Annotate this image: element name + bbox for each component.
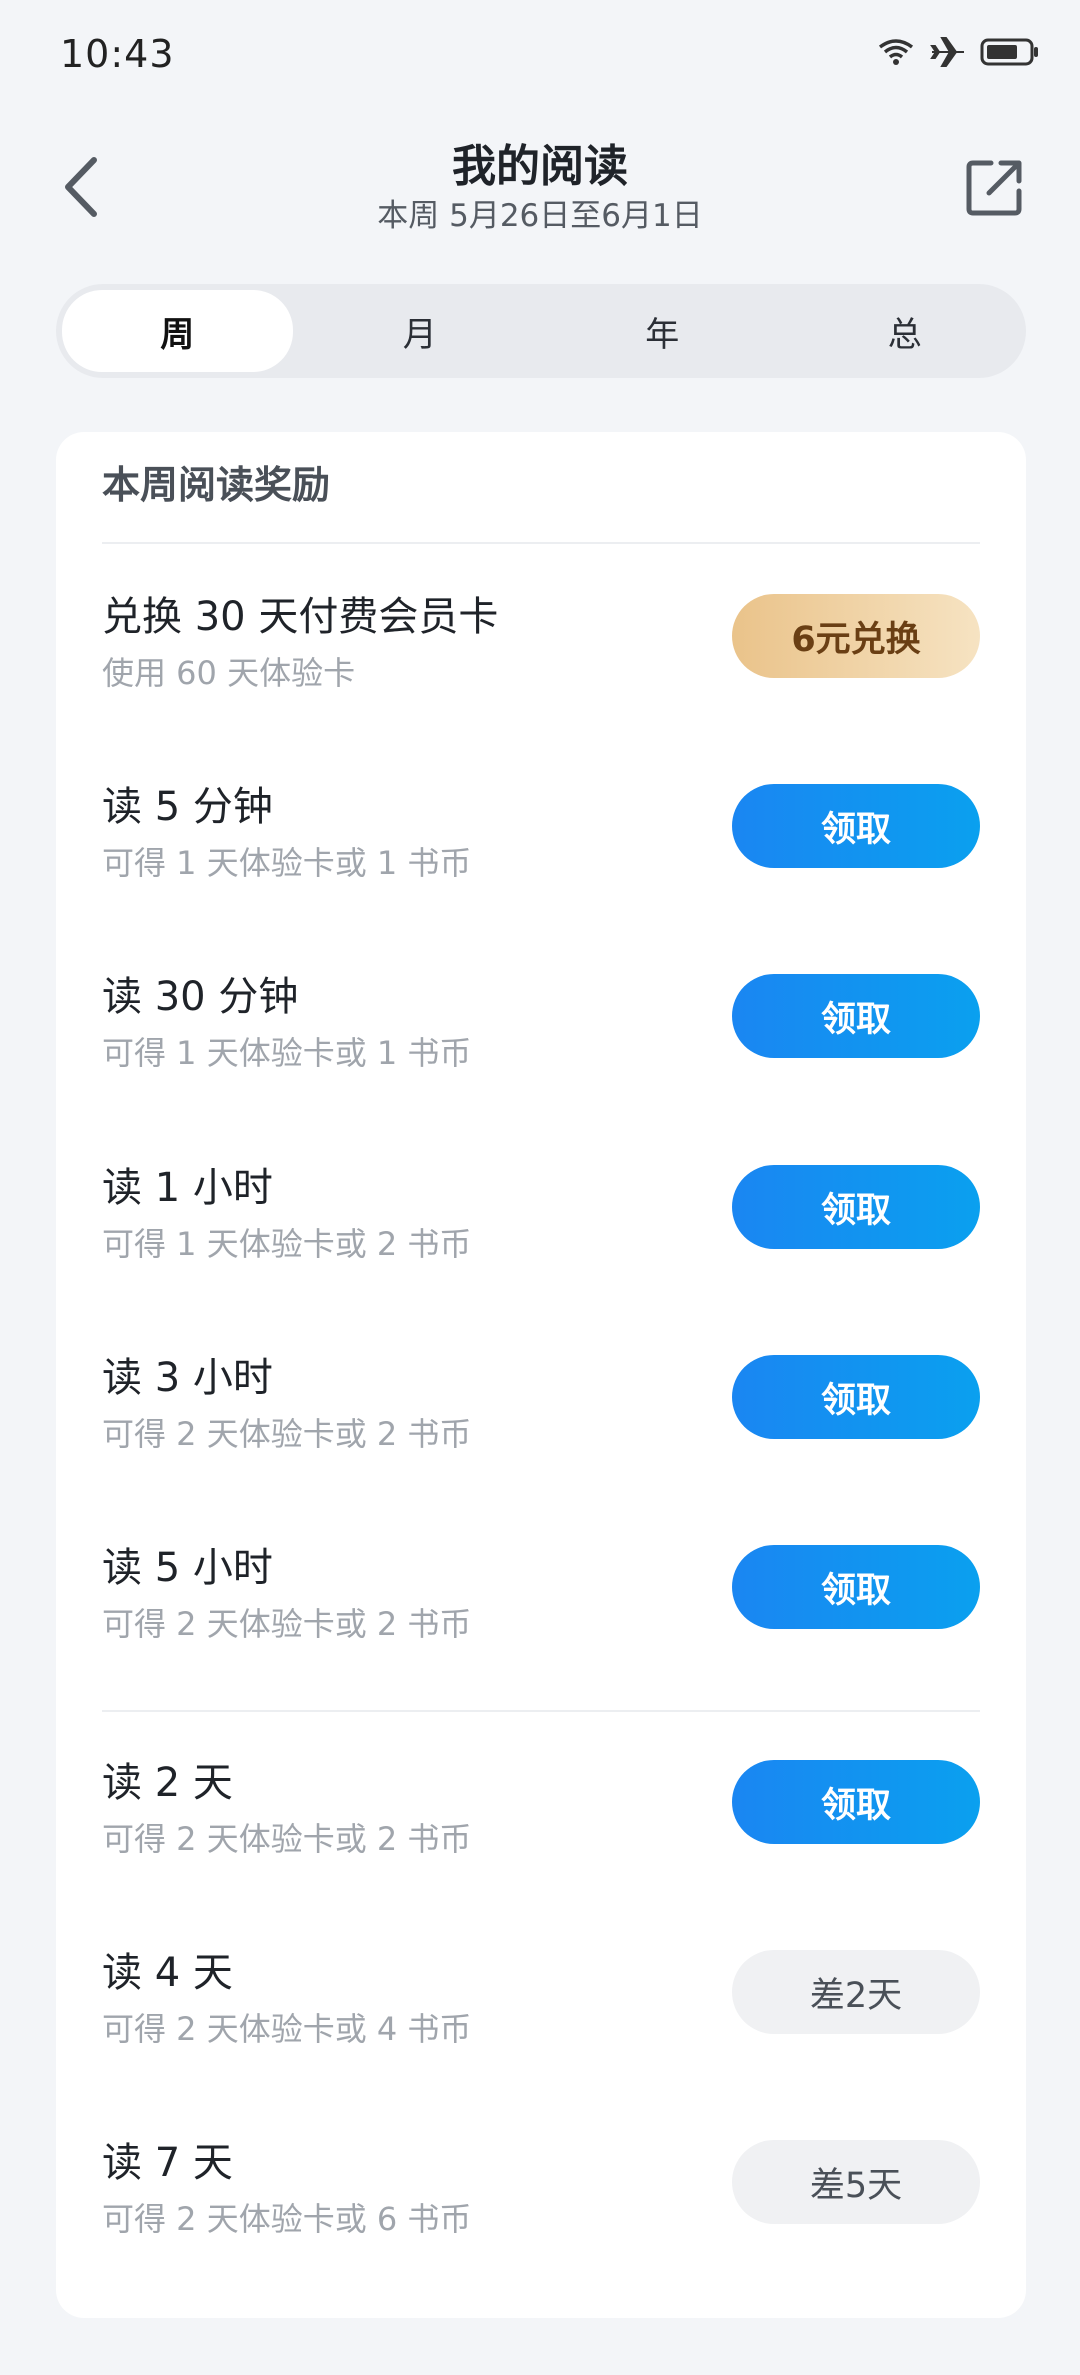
tab-year[interactable]: 年 bbox=[547, 290, 778, 372]
page-subtitle: 本周 5月26日至6月1日 bbox=[377, 198, 703, 234]
reward-row-read-5h: 读 5 小时 可得 2 天体验卡或 2 书币 领取 bbox=[102, 1535, 980, 1675]
reward-subtitle: 可得 1 天体验卡或 2 书币 bbox=[102, 1225, 472, 1263]
battery-icon bbox=[980, 37, 1040, 67]
claim-button[interactable]: 领取 bbox=[732, 1545, 980, 1629]
reward-title: 读 3 小时 bbox=[102, 1355, 273, 1401]
exchange-button[interactable]: 6元兑换 bbox=[732, 594, 980, 678]
status-icons bbox=[876, 36, 1040, 68]
reward-row-read-2d: 读 2 天 可得 2 天体验卡或 2 书币 领取 bbox=[102, 1750, 980, 1890]
reward-row-read-1h: 读 1 小时 可得 1 天体验卡或 2 书币 领取 bbox=[102, 1155, 980, 1295]
claim-button[interactable]: 领取 bbox=[732, 1355, 980, 1439]
share-icon bbox=[966, 160, 1022, 216]
status-time: 10:43 bbox=[60, 32, 175, 76]
exchange-row: 兑换 30 天付费会员卡 使用 60 天体验卡 6元兑换 bbox=[102, 584, 980, 724]
reward-title: 读 2 天 bbox=[102, 1760, 233, 1806]
claim-button[interactable]: 领取 bbox=[732, 1760, 980, 1844]
reward-subtitle: 可得 2 天体验卡或 4 书币 bbox=[102, 2010, 472, 2048]
rewards-card: 本周阅读奖励 兑换 30 天付费会员卡 使用 60 天体验卡 6元兑换 读 5 … bbox=[56, 432, 1026, 2318]
reward-subtitle: 可得 1 天体验卡或 1 书币 bbox=[102, 844, 472, 882]
airplane-icon bbox=[930, 36, 966, 68]
reward-title: 读 5 分钟 bbox=[102, 784, 273, 830]
share-button[interactable] bbox=[950, 142, 1040, 232]
reward-title: 读 4 天 bbox=[102, 1950, 233, 1996]
reward-row-read-4d: 读 4 天 可得 2 天体验卡或 4 书币 差2天 bbox=[102, 1940, 980, 2080]
tab-total[interactable]: 总 bbox=[790, 290, 1021, 372]
claim-button[interactable]: 领取 bbox=[732, 784, 980, 868]
reward-subtitle: 可得 2 天体验卡或 2 书币 bbox=[102, 1605, 472, 1643]
claim-button[interactable]: 领取 bbox=[732, 974, 980, 1058]
reward-row-read-3h: 读 3 小时 可得 2 天体验卡或 2 书币 领取 bbox=[102, 1345, 980, 1485]
reward-row-read-30min: 读 30 分钟 可得 1 天体验卡或 1 书币 领取 bbox=[102, 964, 980, 1104]
reward-subtitle: 可得 2 天体验卡或 6 书币 bbox=[102, 2200, 472, 2238]
reward-title: 读 7 天 bbox=[102, 2140, 233, 2186]
divider bbox=[102, 542, 980, 544]
period-tabs: 周 月 年 总 bbox=[56, 284, 1026, 378]
status-bar: 10:43 bbox=[0, 0, 1080, 110]
reward-row-read-5min: 读 5 分钟 可得 1 天体验卡或 1 书币 领取 bbox=[102, 774, 980, 914]
rewards-section-title: 本周阅读奖励 bbox=[102, 463, 331, 507]
tab-month[interactable]: 月 bbox=[305, 290, 536, 372]
claim-button[interactable]: 领取 bbox=[732, 1165, 980, 1249]
wifi-icon bbox=[876, 37, 916, 67]
reward-title: 读 30 分钟 bbox=[102, 974, 299, 1020]
days-remaining-button[interactable]: 差2天 bbox=[732, 1950, 980, 2034]
reward-subtitle: 可得 2 天体验卡或 2 书币 bbox=[102, 1820, 472, 1858]
divider bbox=[102, 1710, 980, 1712]
reward-subtitle: 可得 2 天体验卡或 2 书币 bbox=[102, 1415, 472, 1453]
exchange-subtitle: 使用 60 天体验卡 bbox=[102, 654, 356, 692]
reward-title: 读 1 小时 bbox=[102, 1165, 273, 1211]
reward-title: 读 5 小时 bbox=[102, 1545, 273, 1591]
days-remaining-button[interactable]: 差5天 bbox=[732, 2140, 980, 2224]
reward-subtitle: 可得 1 天体验卡或 1 书币 bbox=[102, 1034, 472, 1072]
page-title: 我的阅读 bbox=[452, 141, 628, 192]
exchange-title: 兑换 30 天付费会员卡 bbox=[102, 594, 499, 640]
reward-row-read-7d: 读 7 天 可得 2 天体验卡或 6 书币 差5天 bbox=[102, 2130, 980, 2270]
nav-bar: 我的阅读 本周 5月26日至6月1日 bbox=[0, 120, 1080, 260]
tab-week[interactable]: 周 bbox=[62, 290, 293, 372]
